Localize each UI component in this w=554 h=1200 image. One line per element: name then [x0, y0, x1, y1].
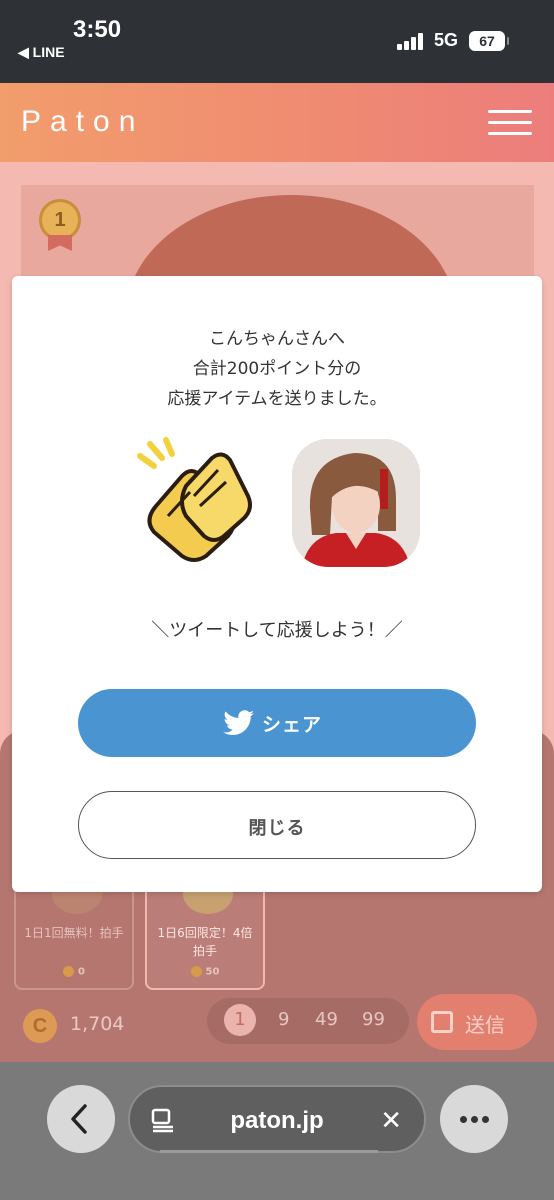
multiplier-selector: 1 9 49 99 — [207, 998, 409, 1044]
browser-back-button[interactable] — [47, 1085, 115, 1153]
close-label: 閉じる — [248, 818, 306, 839]
signal-icon — [397, 32, 427, 50]
more-dot — [482, 1116, 489, 1123]
tweet-cta: ＼ツイートして応援しよう！／ — [151, 620, 403, 641]
twitter-bird-icon — [223, 710, 254, 736]
point-balance: 1,704 — [70, 1013, 125, 1035]
coin-icon: C — [23, 1009, 57, 1043]
clapping-hands-icon — [137, 437, 252, 562]
share-label: シェア — [262, 714, 323, 736]
item-name: 1日1回無料！拍手 — [24, 926, 124, 940]
send-button[interactable]: 送信 — [417, 994, 537, 1050]
browser-toolbar: paton.jp ✕ — [0, 1062, 554, 1200]
status-time: 3:50 — [73, 16, 122, 43]
status-bar: 3:50 ◀ LINE 5G 67 — [0, 0, 554, 83]
multiplier-option-99[interactable]: 99 — [362, 1009, 385, 1030]
item-cost-value: 0 — [78, 966, 85, 978]
message-line-sent: 応援アイテムを送りました。 — [167, 389, 387, 409]
ribbon-icon — [48, 235, 72, 251]
message-line-points: 合計200ポイント分の — [192, 359, 362, 379]
back-to-app-link[interactable]: ◀ LINE — [18, 44, 65, 61]
more-dot — [471, 1116, 478, 1123]
send-row: C 1,704 1 9 49 99 送信 — [0, 994, 554, 1054]
twitter-share-button[interactable]: シェア — [78, 689, 476, 757]
item-cost: 0 — [16, 966, 132, 978]
multiplier-option-9[interactable]: 9 — [278, 1009, 289, 1030]
item-name: 1日6回限定！4倍拍手 — [157, 926, 253, 958]
item-cost: 50 — [147, 966, 263, 978]
close-button[interactable]: 閉じる — [78, 791, 476, 859]
network-type: 5G — [434, 30, 459, 50]
send-label: 送信 — [465, 1013, 505, 1037]
coin-icon — [63, 966, 75, 977]
coin-icon — [190, 966, 202, 977]
message-line-recipient: こんちゃんさんへ — [209, 329, 345, 349]
recipient-avatar — [292, 439, 420, 567]
battery-level: 67 — [479, 33, 495, 49]
medal-icon: 1 — [39, 199, 81, 241]
address-bar[interactable]: paton.jp ✕ — [128, 1085, 426, 1153]
more-options-button[interactable] — [440, 1085, 508, 1153]
multiplier-option-49[interactable]: 49 — [315, 1009, 338, 1030]
site-logo[interactable]: Paton — [21, 105, 144, 139]
chevron-left-icon — [71, 1104, 87, 1134]
battery-icon: 67 — [469, 31, 509, 51]
multiplier-option-1[interactable]: 1 — [224, 1004, 256, 1036]
item-cost-value: 50 — [205, 966, 220, 978]
modal-message: こんちゃんさんへ 合計200ポイント分の 応援アイテムを送りました。 — [12, 324, 542, 414]
rank-badge: 1 — [39, 199, 81, 251]
close-icon[interactable]: ✕ — [380, 1108, 402, 1134]
gift-icon — [431, 1011, 453, 1033]
site-header: Paton — [0, 83, 554, 162]
hamburger-icon[interactable] — [488, 110, 532, 136]
rank-number: 1 — [54, 209, 66, 231]
more-dot — [460, 1116, 467, 1123]
support-sent-modal: こんちゃんさんへ 合計200ポイント分の 応援アイテムを送りました。 ＼ツイート… — [12, 276, 542, 892]
load-progress — [160, 1150, 378, 1153]
